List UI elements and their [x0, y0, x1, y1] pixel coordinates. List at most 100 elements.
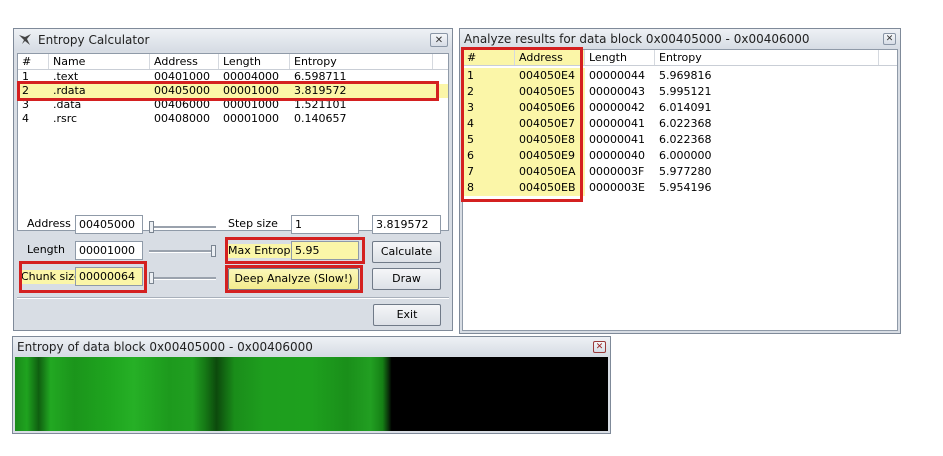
- cell-index: 4: [22, 112, 29, 125]
- divider: [17, 297, 449, 299]
- cell-address: 004050E5: [515, 84, 585, 100]
- col-header-name[interactable]: Name: [49, 54, 150, 69]
- step-size-label: Step size: [228, 217, 278, 230]
- exit-button[interactable]: Exit: [373, 304, 441, 326]
- result-row[interactable]: 8 004050EB 0000003E 5.954196: [463, 180, 897, 196]
- result-row[interactable]: 4 004050E7 00000041 6.022368: [463, 116, 897, 132]
- address-slider[interactable]: [149, 221, 216, 233]
- section-row[interactable]: 2 .rdata 00405000 00001000 3.819572: [18, 84, 448, 98]
- cell-index: 2: [463, 84, 515, 100]
- cell-address: 00406000: [154, 98, 210, 111]
- cell-entropy: 6.000000: [659, 149, 712, 162]
- cell-index: 6: [463, 148, 515, 164]
- deep-analyze-button[interactable]: Deep Analyze (Slow!): [228, 268, 359, 290]
- window-title: Analyze results for data block 0x0040500…: [464, 32, 810, 46]
- section-list[interactable]: # Name Address Length Entropy 1 .text 0040…: [17, 53, 449, 231]
- result-row[interactable]: 7 004050EA 0000003F 5.977280: [463, 164, 897, 180]
- analyze-results-titlebar: Analyze results for data block 0x0040500…: [460, 29, 900, 49]
- chunk-size-label: Chunk size: [21, 270, 81, 284]
- chunk-size-input[interactable]: 00000064: [75, 267, 143, 286]
- result-row[interactable]: 3 004050E6 00000042 6.014091: [463, 100, 897, 116]
- col-header-entropy[interactable]: Entropy: [290, 54, 433, 69]
- cell-name: .text: [53, 70, 79, 83]
- result-row[interactable]: 5 004050E8 00000041 6.022368: [463, 132, 897, 148]
- col-header-index[interactable]: #: [463, 50, 515, 65]
- close-icon[interactable]: ✕: [593, 340, 606, 353]
- cell-index: 1: [22, 70, 29, 83]
- cell-entropy: 6.022368: [659, 117, 712, 130]
- draw-button[interactable]: Draw: [372, 268, 441, 290]
- result-row[interactable]: 1 004050E4 00000044 5.969816: [463, 68, 897, 84]
- cell-index: 3: [463, 100, 515, 116]
- cell-address: 004050E9: [515, 148, 585, 164]
- entropy-calculator-titlebar: Entropy Calculator ✕: [14, 29, 452, 51]
- cell-address: 00405000: [154, 84, 210, 97]
- cell-entropy: 0.140657: [294, 112, 347, 125]
- length-slider[interactable]: [149, 245, 216, 257]
- cell-name: .rdata: [53, 84, 86, 97]
- entropy-graph-canvas: [15, 357, 608, 431]
- cell-length: 00000042: [589, 101, 645, 114]
- chunk-size-slider[interactable]: [149, 272, 216, 284]
- window-title: Entropy Calculator: [38, 33, 150, 47]
- cell-index: 7: [463, 164, 515, 180]
- cell-address: 004050EB: [515, 180, 585, 196]
- cell-length: 00001000: [223, 112, 279, 125]
- cell-address: 004050E4: [515, 68, 585, 84]
- entropy-graph-window: Entropy of data block 0x00405000 - 0x004…: [12, 336, 611, 434]
- max-entropy-label: Max Entropy: [228, 244, 297, 258]
- step-size-input[interactable]: 1: [291, 215, 359, 234]
- col-header-index[interactable]: #: [18, 54, 49, 69]
- col-header-length[interactable]: Length: [585, 50, 655, 65]
- cell-name: .rsrc: [53, 112, 78, 125]
- length-label: Length: [27, 243, 65, 256]
- result-row[interactable]: 6 004050E9 00000040 6.000000: [463, 148, 897, 164]
- cell-length: 00000041: [589, 117, 645, 130]
- cell-length: 00000040: [589, 149, 645, 162]
- close-icon[interactable]: ✕: [883, 33, 896, 45]
- result-row[interactable]: 2 004050E5 00000043 5.995121: [463, 84, 897, 100]
- cell-entropy: 5.969816: [659, 69, 712, 82]
- max-entropy-input[interactable]: 5.95: [291, 241, 359, 260]
- cell-entropy: 6.598711: [294, 70, 347, 83]
- window-title: Entropy of data block 0x00405000 - 0x004…: [17, 339, 313, 354]
- cell-index: 5: [463, 132, 515, 148]
- cell-entropy: 3.819572: [294, 84, 347, 97]
- entropy-calculator-window: Entropy Calculator ✕ # Name Address Leng…: [13, 28, 453, 331]
- app-icon: [18, 32, 34, 49]
- cell-address: 00408000: [154, 112, 210, 125]
- cell-entropy: 6.022368: [659, 133, 712, 146]
- cell-entropy: 5.954196: [659, 181, 712, 194]
- section-row[interactable]: 3 .data 00406000 00001000 1.521101: [18, 98, 448, 112]
- cell-length: 00000043: [589, 85, 645, 98]
- cell-length: 0000003F: [589, 165, 645, 178]
- cell-length: 00001000: [223, 98, 279, 111]
- col-header-address[interactable]: Address: [150, 54, 219, 69]
- cell-index: 4: [463, 116, 515, 132]
- cell-address: 004050E7: [515, 116, 585, 132]
- col-header-length[interactable]: Length: [219, 54, 290, 69]
- cell-address: 00401000: [154, 70, 210, 83]
- cell-length: 00001000: [223, 84, 279, 97]
- cell-address: 004050E6: [515, 100, 585, 116]
- address-label: Address: [27, 217, 71, 230]
- col-header-entropy[interactable]: Entropy: [655, 50, 879, 65]
- close-icon[interactable]: ✕: [430, 33, 448, 47]
- cell-entropy: 6.014091: [659, 101, 712, 114]
- cell-index: 1: [463, 68, 515, 84]
- analyze-results-list[interactable]: # Address Length Entropy 1 004050E4 000000…: [462, 49, 898, 331]
- address-input[interactable]: 00405000: [75, 215, 143, 234]
- length-input[interactable]: 00001000: [75, 241, 143, 260]
- cell-index: 8: [463, 180, 515, 196]
- cell-entropy: 1.521101: [294, 98, 347, 111]
- analyze-list-header: # Address Length Entropy: [463, 50, 897, 66]
- entropy-result-field: 3.819572: [372, 215, 441, 234]
- section-row[interactable]: 4 .rsrc 00408000 00001000 0.140657: [18, 112, 448, 126]
- section-row[interactable]: 1 .text 00401000 00004000 6.598711: [18, 70, 448, 84]
- cell-address: 004050EA: [515, 164, 585, 180]
- cell-index: 3: [22, 98, 29, 111]
- calculate-button[interactable]: Calculate: [372, 241, 441, 263]
- analyze-rows: 1 004050E4 00000044 5.969816 2 004050E5 000000…: [463, 66, 897, 196]
- col-header-address[interactable]: Address: [515, 50, 585, 65]
- cell-length: 0000003E: [589, 181, 645, 194]
